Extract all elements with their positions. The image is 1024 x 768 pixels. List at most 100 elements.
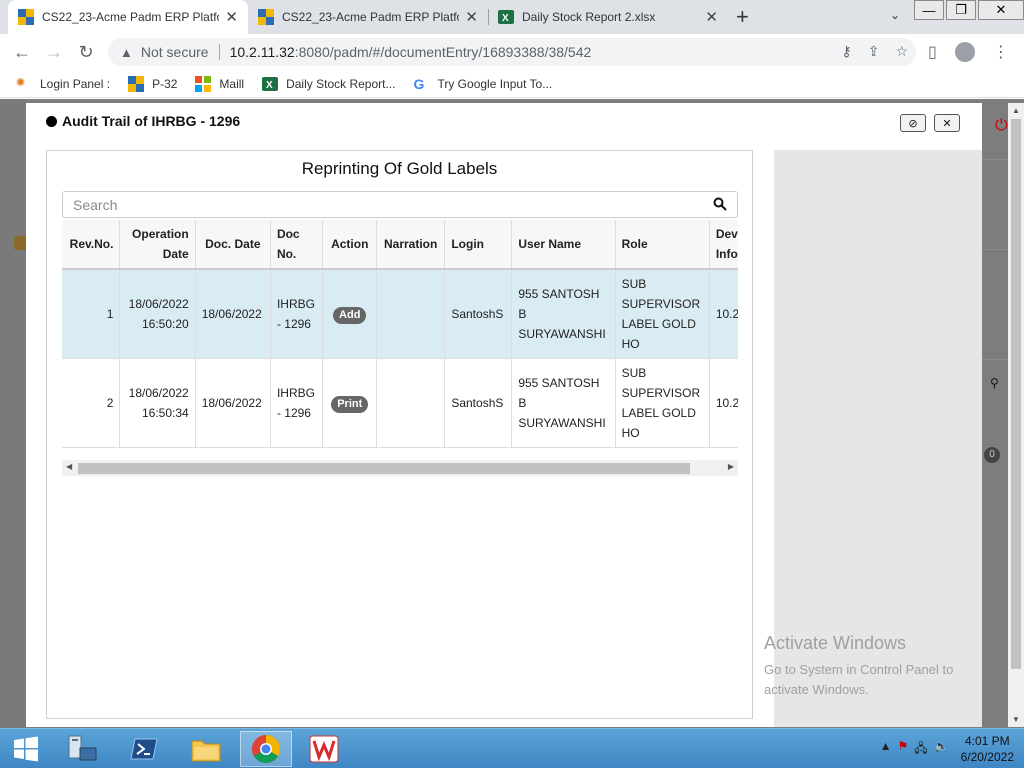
wps-office-icon: [309, 735, 339, 763]
bookmark-label: Maill: [219, 76, 245, 91]
taskbar-chrome[interactable]: [240, 731, 292, 767]
chevron-down-icon[interactable]: ⌄: [890, 8, 900, 22]
chevron-up-icon[interactable]: ▲: [880, 739, 892, 760]
cell-action: Add: [322, 269, 378, 359]
watermark-line: Activate Windows: [764, 633, 907, 653]
cell-rev-no: 1: [62, 269, 121, 359]
close-icon[interactable]: ✕: [225, 8, 238, 26]
search-box[interactable]: [62, 191, 738, 218]
col-role[interactable]: Role: [615, 220, 710, 270]
cell-doc-no: IHRBG - 1296: [270, 358, 324, 448]
scroll-down-arrow-icon[interactable]: ▼: [1012, 715, 1020, 724]
cell-device-info: 10.2.11.32: [709, 358, 738, 448]
browser-tab-1[interactable]: CS22_23-Acme Padm ERP Platfor ✕: [8, 0, 248, 34]
tab-title: Daily Stock Report 2.xlsx: [522, 10, 656, 24]
bullet-icon: [46, 115, 57, 127]
address-bar[interactable]: ▲ Not secure 10.2.11.32 :8080/padm/#/doc…: [108, 38, 916, 66]
scroll-right-arrow-icon[interactable]: ▶: [728, 462, 734, 471]
col-login[interactable]: Login: [444, 220, 513, 270]
share-icon[interactable]: ⇪: [868, 43, 880, 60]
modal-title-text: Audit Trail of IHRBG - 1296: [62, 113, 241, 129]
activate-windows-watermark: Activate Windows Go to System in Control…: [764, 633, 953, 700]
close-window-button[interactable]: ✕: [978, 0, 1024, 20]
side-panel-icon[interactable]: ▯: [928, 42, 937, 62]
network-icon[interactable]: 🖧: [914, 739, 927, 760]
key-icon[interactable]: ⚷: [841, 43, 851, 60]
watermark-line: activate Windows.: [764, 682, 869, 697]
eye-slash-button[interactable]: ⊘: [900, 114, 926, 132]
taskbar-server-manager[interactable]: [56, 731, 108, 767]
clock-time: 4:01 PM: [964, 734, 1010, 748]
excel-icon: X: [262, 76, 279, 91]
taskbar-file-explorer[interactable]: [180, 731, 232, 767]
folder-icon: [191, 740, 221, 762]
bookmark-google-input[interactable]: G Try Google Input To...: [413, 76, 552, 92]
forward-arrow-icon[interactable]: →: [38, 42, 70, 63]
col-rev-no[interactable]: Rev.No.: [62, 220, 121, 270]
search-icon[interactable]: [713, 197, 727, 211]
page-scrollbar[interactable]: ▲ ▼: [1008, 103, 1024, 727]
powershell-icon: [130, 738, 158, 760]
system-tray: ▲ ⚑ 🖧 🔈 4:01 PM 6/20/2022: [880, 733, 1014, 765]
cell-operation-date: 18/06/2022 16:50:34: [119, 358, 196, 448]
close-icon[interactable]: ✕: [465, 8, 478, 26]
col-device-info[interactable]: Device Info: [709, 220, 738, 270]
action-center-flag-icon[interactable]: ⚑: [898, 739, 909, 760]
cell-doc-no: IHRBG - 1296: [270, 269, 324, 359]
close-modal-button[interactable]: ✕: [934, 114, 960, 132]
search-input[interactable]: [73, 196, 693, 213]
bookmark-daily-stock[interactable]: X Daily Stock Report...: [262, 76, 395, 92]
action-badge: Print: [331, 396, 369, 413]
start-button[interactable]: [0, 731, 52, 767]
col-user-name[interactable]: User Name: [511, 220, 616, 270]
back-arrow-icon[interactable]: ←: [6, 42, 38, 63]
left-gutter: [0, 99, 26, 729]
watermark-line: Go to System in Control Panel to: [764, 662, 954, 677]
reload-icon[interactable]: ↻: [70, 42, 102, 63]
action-badge: Add: [333, 307, 367, 324]
url-path: :8080/padm/#/documentEntry/16893388/38/5…: [294, 44, 592, 60]
microsoft-logo-icon: [195, 75, 212, 92]
chrome-icon: [252, 735, 280, 763]
divider: [218, 44, 220, 60]
col-action[interactable]: Action: [322, 220, 378, 270]
taskbar-wps[interactable]: [298, 731, 350, 767]
taskbar-powershell[interactable]: [118, 731, 170, 767]
bookmark-login-panel[interactable]: ✺ Login Panel :: [16, 76, 110, 92]
new-tab-button[interactable]: +: [736, 4, 749, 30]
profile-avatar[interactable]: [954, 42, 975, 62]
browser-tab-3[interactable]: X Daily Stock Report 2.xlsx ✕: [488, 0, 728, 34]
table-horizontal-scrollbar[interactable]: ◀ ▶: [62, 460, 738, 476]
minimize-button[interactable]: —: [914, 0, 944, 20]
server-manager-icon: [68, 735, 97, 761]
bookmark-label: Daily Stock Report...: [286, 76, 396, 91]
col-doc-no[interactable]: Doc No.: [270, 220, 324, 270]
bookmark-maill[interactable]: Maill: [195, 75, 245, 92]
cell-doc-date: 18/06/2022: [195, 269, 271, 359]
browser-tab-2[interactable]: CS22_23-Acme Padm ERP Platfor ✕: [248, 0, 488, 34]
power-icon: ⏻: [995, 117, 1008, 134]
close-icon[interactable]: ✕: [705, 8, 718, 26]
menu-kebab-icon[interactable]: ⋮: [993, 42, 1009, 62]
cell-role: SUB SUPERVISOR LABEL GOLD HO: [615, 269, 710, 359]
watermark-subtext: Go to System in Control Panel to activat…: [764, 660, 953, 700]
scrollbar-thumb[interactable]: [78, 463, 690, 474]
modal-title: Audit Trail of IHRBG - 1296: [46, 113, 240, 129]
bookmark-p32[interactable]: P-32: [128, 75, 177, 92]
maximize-button[interactable]: ❐: [946, 0, 976, 20]
windows-logo-icon: [14, 736, 38, 762]
browser-toolbar: ← → ↻ ▲ Not secure 10.2.11.32 :8080/padm…: [0, 34, 1024, 70]
col-doc-date[interactable]: Doc. Date: [195, 220, 271, 270]
col-operation-date[interactable]: Operation Date: [119, 220, 196, 270]
scrollbar-thumb[interactable]: [1011, 119, 1021, 669]
table-row[interactable]: 1 18/06/2022 16:50:20 18/06/2022 IHRBG -…: [62, 269, 738, 359]
taskbar-clock[interactable]: 4:01 PM 6/20/2022: [961, 733, 1014, 765]
star-icon[interactable]: ☆: [895, 43, 908, 60]
scroll-left-arrow-icon[interactable]: ◀: [66, 462, 72, 471]
table-row[interactable]: 2 18/06/2022 16:50:34 18/06/2022 IHRBG -…: [62, 358, 738, 448]
sun-logo-icon: ✺: [16, 76, 26, 89]
col-narration[interactable]: Narration: [376, 220, 446, 270]
warning-triangle-icon: ▲: [120, 44, 133, 60]
volume-icon[interactable]: 🔈: [934, 739, 949, 760]
scroll-up-arrow-icon[interactable]: ▲: [1012, 106, 1020, 115]
